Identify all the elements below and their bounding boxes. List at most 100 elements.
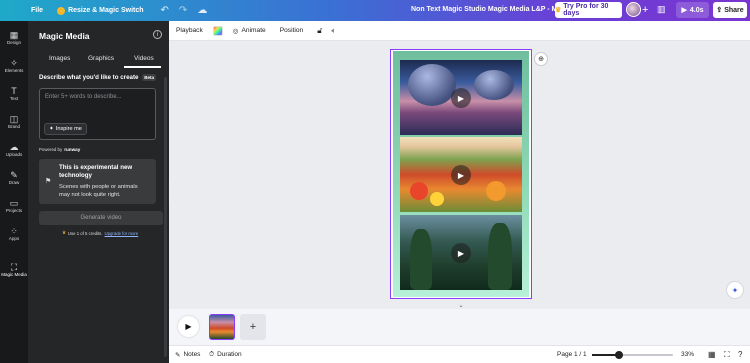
page-thumbnail[interactable] (209, 314, 235, 340)
grid-view-icon[interactable]: ▦ (708, 350, 716, 359)
animate-icon: ◎ (232, 27, 239, 35)
insights-chart-icon[interactable]: ▥ (657, 4, 666, 15)
fullscreen-icon[interactable]: ⛶ (724, 350, 730, 360)
active-tab-indicator (124, 66, 161, 68)
magic-media-panel: Magic Media i Images Graphics Videos Des… (28, 21, 169, 363)
play-icon[interactable]: ▶ (451, 165, 471, 185)
flower-shape (430, 192, 444, 206)
runway-logo: runway (64, 147, 81, 152)
notice-body: Scenes with people or animals may not lo… (59, 184, 138, 198)
credits-text: Use 1 of 5 credits. (67, 230, 103, 236)
rail-label: Apps (8, 235, 20, 241)
rail-item-brand[interactable]: ◫ Brand (0, 107, 28, 135)
generate-video-button[interactable]: Generate video (39, 211, 163, 225)
rail-item-magic-media[interactable]: ⛶ Magic Media (0, 255, 28, 283)
timeline-play-button[interactable]: ▶ (178, 316, 199, 337)
prompt-placeholder: Enter 5+ words to describe... (45, 94, 122, 100)
color-swatch[interactable] (212, 25, 223, 36)
credits-line: ♛ Use 1 of 5 credits. Upgrade for more (62, 230, 138, 236)
powered-by: Powered by runway (39, 147, 80, 152)
share-button[interactable]: ⇪ Share (713, 2, 747, 18)
describe-text: Describe what you'd like to create (39, 74, 139, 81)
rail-label: Magic Media (1, 271, 27, 277)
design-icon: ▦ (9, 29, 19, 40)
invite-plus-icon[interactable]: + (642, 4, 648, 16)
help-icon[interactable]: ? (738, 350, 742, 359)
redo-icon[interactable]: ↷ (179, 5, 187, 16)
powered-by-text: Powered by (39, 147, 63, 152)
zoom-slider-knob[interactable] (615, 351, 623, 359)
tree-shape (410, 229, 432, 290)
resize-label: Resize & Magic Switch (68, 7, 144, 14)
undo-icon[interactable]: ↶ (161, 5, 169, 16)
video-tile-flower-field[interactable]: ▶ (400, 137, 522, 212)
zoom-slider[interactable] (592, 351, 673, 359)
inspire-me-button[interactable]: ✦ Inspire me (44, 123, 87, 135)
draw-icon: ✎ (10, 169, 18, 180)
present-play-button[interactable]: ▶ 4.0s (676, 2, 709, 18)
duration-button[interactable]: ⏱︎ Duration (209, 351, 242, 359)
play-icon[interactable]: ▶ (451, 88, 471, 108)
playback-button[interactable]: Playback (176, 27, 203, 34)
rail-item-design[interactable]: ▦ Design (0, 23, 28, 51)
flower-shape (486, 181, 506, 201)
planet-shape (474, 70, 514, 100)
animate-button[interactable]: ◎ Animate (233, 27, 266, 35)
file-menu[interactable]: File (31, 7, 43, 14)
share-label: Share (724, 6, 744, 14)
rail-label: Text (9, 95, 19, 101)
tab-graphics[interactable]: Graphics (88, 55, 114, 62)
rail-item-text[interactable]: T Text (0, 79, 28, 107)
magic-assistant-icon[interactable]: ✦ (726, 281, 744, 299)
lock-icon[interactable]: 🔓︎ (317, 26, 322, 36)
try-pro-button[interactable]: ♛ Try Pro for 30 days (555, 2, 622, 18)
flag-icon: ⚑ (45, 178, 52, 185)
lightbulb-icon: ✦ (49, 126, 54, 132)
document-title[interactable]: Non Text Magic Studio Magic Media L&P - … (411, 6, 579, 13)
speaker-icon[interactable]: 🔈︎ (331, 26, 336, 36)
beta-badge: Beta (142, 74, 156, 81)
crown-icon: ♛ (555, 7, 562, 14)
play-duration-label: 4.0s (689, 6, 704, 14)
resize-magic-switch-button[interactable]: Resize & Magic Switch (57, 6, 144, 15)
video-tile-alien-planet[interactable]: ▶ (400, 60, 522, 135)
rail-item-apps[interactable]: ⁘ Apps (0, 219, 28, 247)
duration-label: Duration (217, 351, 242, 358)
rail-label: Uploads (5, 151, 23, 157)
info-icon[interactable]: i (153, 30, 162, 39)
upload-icon: ⇪ (716, 7, 723, 14)
avatar[interactable] (626, 2, 641, 17)
try-pro-label: Try Pro for 30 days (563, 3, 609, 17)
rail-label: Projects (5, 207, 23, 213)
context-toolbar: Playback ◎ Animate Position 🔓︎ 🔈︎ (169, 21, 750, 41)
panel-scrollbar[interactable] (164, 77, 167, 357)
tab-images[interactable]: Images (49, 55, 70, 62)
panel-title: Magic Media (39, 31, 90, 41)
rail-item-uploads[interactable]: ☁ Uploads (0, 135, 28, 163)
play-icon[interactable]: ▶ (451, 243, 471, 263)
crown-icon: ♛ (62, 230, 66, 235)
play-icon: ▶ (681, 7, 687, 14)
notes-button[interactable]: ✎ Notes (175, 351, 200, 359)
elements-icon: ✧ (10, 57, 18, 68)
video-tile-forest[interactable]: ▶ (400, 215, 522, 290)
add-page-button[interactable]: + (240, 314, 266, 340)
upgrade-link[interactable]: Upgrade for more (105, 231, 139, 236)
tree-shape (488, 223, 512, 290)
rail-item-projects[interactable]: ▭ Projects (0, 191, 28, 219)
rail-label: Elements (4, 67, 24, 73)
rail-item-draw[interactable]: ✎ Draw (0, 163, 28, 191)
status-bar: ✎ Notes ⏱︎ Duration Page 1 / 1 33% ▦ ⛶ ? (169, 345, 750, 363)
notes-icon: ✎ (175, 351, 181, 359)
tab-videos[interactable]: Videos (134, 55, 154, 62)
rail-item-elements[interactable]: ✧ Elements (0, 51, 28, 79)
projects-icon: ▭ (9, 197, 19, 208)
page-indicator[interactable]: Page 1 / 1 (557, 351, 587, 358)
crown-icon (57, 6, 66, 15)
zoom-label[interactable]: 33% (681, 351, 694, 358)
prompt-textarea[interactable]: Enter 5+ words to describe... ✦ Inspire … (39, 88, 156, 140)
add-comment-icon[interactable]: ⊕ (534, 52, 548, 66)
position-button[interactable]: Position (280, 27, 303, 34)
rail-label: Brand (7, 123, 20, 129)
cloud-save-icon[interactable]: ☁ (197, 5, 207, 16)
